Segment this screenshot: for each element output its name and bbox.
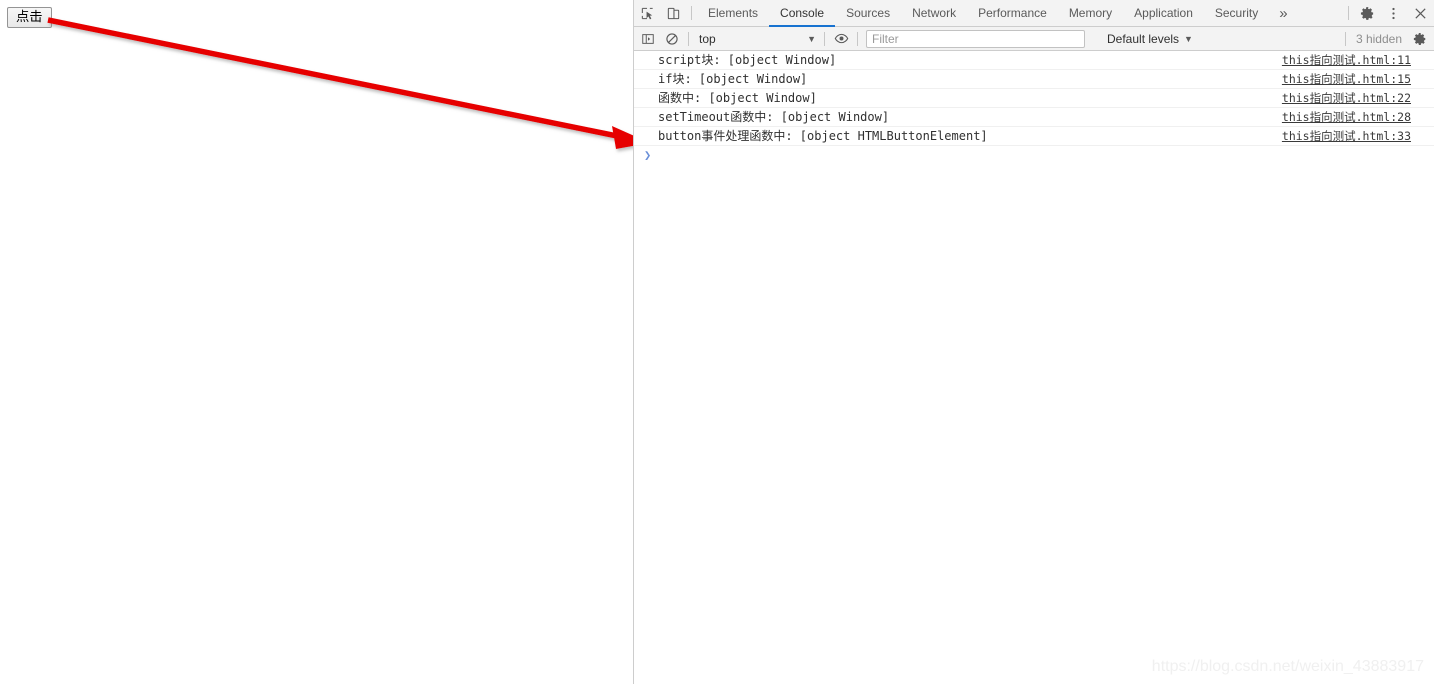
tab-network[interactable]: Network	[901, 0, 967, 26]
toolbar-divider	[1348, 6, 1349, 20]
tab-security[interactable]: Security	[1204, 0, 1269, 26]
watermark-text: https://blog.csdn.net/weixin_43883917	[1151, 658, 1424, 675]
chevron-down-icon: ▼	[1184, 33, 1193, 44]
execution-context-select[interactable]: top ▼	[693, 29, 820, 48]
tab-label: Performance	[978, 6, 1047, 20]
console-message-row[interactable]: if块: [object Window] this指向测试.html:15	[634, 70, 1434, 89]
toolbar-divider	[824, 31, 825, 46]
console-sidebar-icon[interactable]	[636, 28, 660, 50]
chevron-down-icon: ▼	[807, 33, 816, 44]
tab-sources[interactable]: Sources	[835, 0, 901, 26]
close-icon[interactable]	[1406, 0, 1434, 26]
devtools-panel: Elements Console Sources Network Perform…	[633, 0, 1434, 684]
tab-label: Console	[780, 6, 825, 20]
console-message-source-link[interactable]: this指向测试.html:15	[1282, 70, 1411, 89]
console-message-row[interactable]: 函数中: [object Window] this指向测试.html:22	[634, 89, 1434, 108]
gear-icon[interactable]	[1354, 0, 1380, 26]
console-message-row[interactable]: button事件处理函数中: [object HTMLButtonElement…	[634, 127, 1434, 146]
toolbar-divider	[688, 31, 689, 46]
live-expression-icon[interactable]	[829, 28, 853, 50]
console-message-source-link[interactable]: this指向测试.html:33	[1282, 127, 1411, 146]
execution-context-value: top	[699, 31, 716, 46]
tab-memory[interactable]: Memory	[1058, 0, 1123, 26]
toolbar-divider	[691, 6, 692, 20]
console-message-text: if块: [object Window]	[658, 71, 808, 86]
devtools-toolbar-right	[1343, 0, 1434, 26]
console-message-row[interactable]: script块: [object Window] this指向测试.html:1…	[634, 51, 1434, 70]
console-message-text: script块: [object Window]	[658, 52, 837, 67]
clear-console-icon[interactable]	[660, 28, 684, 50]
tab-label: Elements	[708, 6, 759, 20]
prompt-chevron-icon: ❯	[644, 148, 652, 162]
more-tabs-icon[interactable]: »	[1269, 0, 1297, 26]
console-message-source-link[interactable]: this指向测试.html:11	[1282, 51, 1411, 70]
gear-icon[interactable]	[1408, 28, 1432, 50]
console-message-source-link[interactable]: this指向测试.html:22	[1282, 89, 1411, 108]
console-message-text: button事件处理函数中: [object HTMLButtonElement…	[658, 128, 988, 143]
tab-label: Security	[1214, 6, 1259, 20]
toolbar-divider	[857, 31, 858, 46]
console-prompt[interactable]: ❯	[634, 146, 1434, 165]
tab-label: Application	[1134, 6, 1193, 20]
vertical-dots-icon[interactable]	[1380, 0, 1406, 26]
device-toolbar-icon[interactable]	[660, 0, 686, 26]
tab-console[interactable]: Console	[769, 0, 836, 27]
screenshot-root: 点击 Elements Console Sources Network Perf…	[0, 0, 1434, 684]
console-toolbar: top ▼ Default levels ▼ 3 hidden	[634, 27, 1434, 51]
devtools-tabbar: Elements Console Sources Network Perform…	[634, 0, 1434, 27]
inspect-element-icon[interactable]	[634, 0, 660, 26]
hidden-messages-count: 3 hidden	[1344, 31, 1402, 46]
console-message-text: 函数中: [object Window]	[658, 90, 817, 105]
tab-performance[interactable]: Performance	[967, 0, 1058, 26]
click-button[interactable]: 点击	[7, 7, 52, 28]
console-message-text: setTimeout函数中: [object Window]	[658, 109, 890, 124]
log-levels-select[interactable]: Default levels ▼	[1107, 32, 1193, 46]
tab-label: Memory	[1068, 6, 1113, 20]
tab-application[interactable]: Application	[1123, 0, 1204, 26]
filter-input[interactable]	[866, 29, 1085, 48]
console-message-row[interactable]: setTimeout函数中: [object Window] this指向测试.…	[634, 108, 1434, 127]
log-levels-value: Default levels	[1107, 31, 1180, 46]
tab-label: Network	[912, 6, 957, 20]
tab-label: Sources	[846, 6, 891, 20]
tab-elements[interactable]: Elements	[697, 0, 769, 26]
console-message-list: script块: [object Window] this指向测试.html:1…	[634, 51, 1434, 684]
web-page-viewport: 点击	[0, 0, 633, 684]
console-message-source-link[interactable]: this指向测试.html:28	[1282, 108, 1411, 127]
red-arrow-annotation	[47, 17, 633, 149]
